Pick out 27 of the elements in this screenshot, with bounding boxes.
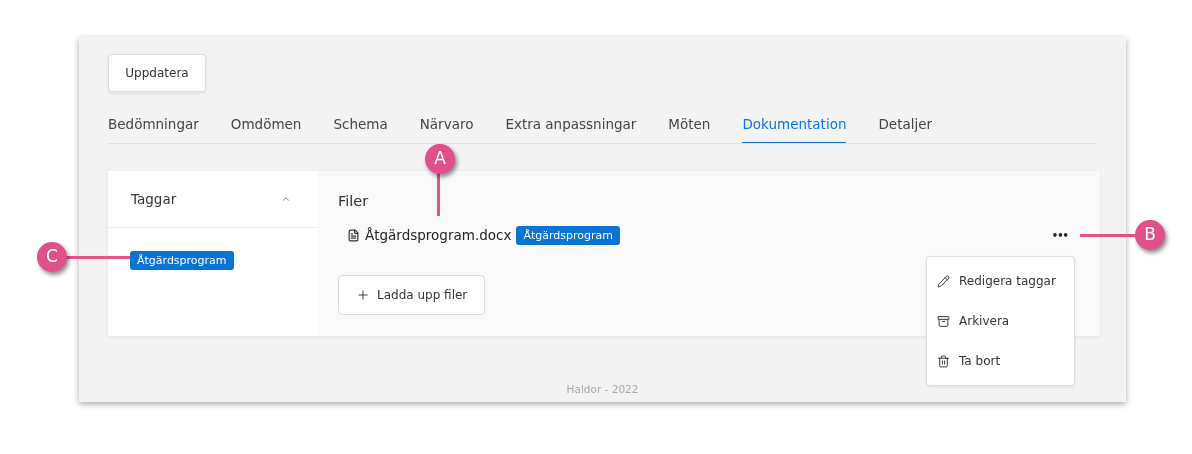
trash-icon	[937, 354, 950, 368]
update-button[interactable]: Uppdatera	[108, 54, 206, 92]
menu-item[interactable]: Redigera taggar	[927, 261, 1074, 301]
plus-icon	[356, 288, 370, 303]
tab[interactable]: Detaljer	[878, 114, 933, 144]
callout-marker: C	[37, 242, 67, 272]
pencil-icon	[937, 274, 950, 288]
more-button[interactable]: •••	[1051, 227, 1068, 243]
tab[interactable]: Närvaro	[419, 114, 474, 144]
footer-text: Haldor - 2022	[566, 382, 639, 398]
tab[interactable]: Omdömen	[230, 114, 302, 144]
menu-item[interactable]: Ta bort	[927, 341, 1074, 381]
tab[interactable]: Bedömningar	[108, 114, 199, 144]
file-name[interactable]: Åtgärdsprogram.docx	[365, 225, 512, 246]
document-icon	[347, 228, 360, 242]
tag-label: Åtgärdsprogram	[516, 225, 620, 245]
tab[interactable]: Dokumentation	[742, 114, 847, 144]
upload-button[interactable]: Ladda upp filer	[338, 275, 486, 316]
tab[interactable]: Schema	[333, 114, 388, 144]
panel-title: Taggar	[131, 190, 177, 210]
tag-label: Åtgärdsprogram	[130, 251, 234, 271]
tab[interactable]: Möten	[668, 114, 711, 144]
section-title: Filer	[338, 192, 370, 212]
menu-item[interactable]: Arkivera	[927, 301, 1074, 341]
callout-marker: B	[1135, 220, 1165, 250]
tab[interactable]: Extra anpassningar	[505, 114, 637, 144]
archive-icon	[937, 314, 950, 328]
